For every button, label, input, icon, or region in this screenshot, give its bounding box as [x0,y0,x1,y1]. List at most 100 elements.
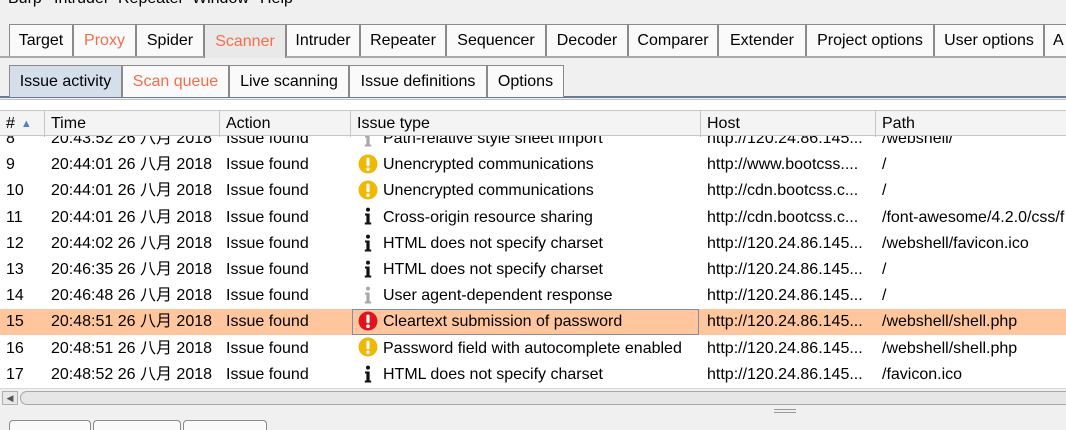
tab-scan-queue[interactable]: Scan queue [122,65,229,97]
table-row[interactable]: 12 20:44:02 26 八月 2018 Issue found HTML doe… [0,231,1066,257]
tab-sequencer[interactable]: Sequencer [446,24,546,56]
tab-proxy[interactable]: Proxy [73,24,136,56]
cell-action: Issue found [226,261,309,278]
tab-comparer[interactable]: Comparer [628,24,718,56]
warning-yellow-icon [358,154,378,174]
tab-options[interactable]: Options [487,65,564,97]
menu-burp[interactable]: Burp [8,0,42,8]
tab-issue-activity[interactable]: Issue activity [9,65,122,97]
column-header-path[interactable]: Path [876,111,1066,137]
issue-activity-table[interactable]: 8 20:43:52 26 八月 2018 Issue found Path-rela… [0,99,1066,388]
table-row[interactable]: 15 20:48:51 26 八月 2018 Issue found Cleartex… [0,309,1066,336]
table-row[interactable]: 16 20:48:51 26 八月 2018 Issue found Password… [0,336,1066,362]
cell-number: 17 [6,365,24,383]
menu-intruder[interactable]: Intruder [54,0,109,8]
cell-issue-type: HTML does not specify charset [358,362,698,388]
column-header-number[interactable]: # ▲ [0,111,45,137]
tab-target[interactable]: Target [9,24,73,56]
tab-spider[interactable]: Spider [136,24,204,56]
cell-issue-type: Password field with autocomplete enabled [358,336,698,362]
cell-number: 16 [6,339,24,357]
menu-repeater[interactable]: Repeater [118,0,184,8]
tab-user-options[interactable]: User options [934,24,1044,56]
cell-host: http://120.24.86.145... [707,339,863,357]
cell-time: 20:48:52 26 八月 2018 [51,365,213,383]
tab-intruder[interactable]: Intruder [286,24,360,56]
cell-action: Issue found [226,365,309,383]
tab-decoder[interactable]: Decoder [546,24,628,56]
scroll-left-button[interactable]: ◀ [2,391,18,405]
scanner-sub-tab-bar: Issue activity Scan queue Live scanning … [0,58,1066,98]
column-header-issue-type[interactable]: Issue type [351,111,701,137]
pane-splitter[interactable] [0,406,1066,416]
warning-yellow-icon [358,180,378,200]
cell-path: /webshell/shell.php [882,313,1018,331]
cell-issue-type: HTML does not specify charset [358,231,698,257]
table-row[interactable]: 9 20:44:01 26 八月 2018 Issue found Unencrypt… [0,152,1066,178]
cell-issue-type: HTML does not specify charset [358,257,698,283]
cell-path: /font-awesome/4.2.0/css/f [882,208,1065,226]
cell-number: 15 [6,313,24,331]
menu-window[interactable]: Window [192,0,249,8]
issue-type-label: HTML does not specify charset [383,261,603,278]
column-header-time[interactable]: Time [45,111,220,137]
bottom-tab-1[interactable] [9,420,91,430]
cell-host: http://cdn.bootcss.c... [707,182,859,200]
table-row[interactable]: 17 20:48:52 26 八月 2018 Issue found HTML doe… [0,362,1066,388]
cell-action: Issue found [226,182,309,200]
cell-time: 20:46:35 26 八月 2018 [51,261,213,278]
menu-help[interactable]: Help [260,0,293,8]
bottom-tab-2[interactable] [93,420,181,430]
sort-ascending-icon: ▲ [20,118,32,130]
issue-type-label: Unencrypted communications [383,182,594,200]
info-icon [358,364,378,384]
tab-extender[interactable]: Extender [718,24,806,56]
info-icon [358,259,378,279]
tab-live-scanning[interactable]: Live scanning [229,65,349,97]
tab-repeater[interactable]: Repeater [360,24,446,56]
horizontal-scrollbar[interactable]: ◀ [0,388,1066,406]
main-tab-bar: Target Proxy Spider Scanner Intruder Rep… [0,22,1066,58]
cell-action: Issue found [226,208,309,226]
tab-scanner[interactable]: Scanner [204,24,286,58]
tab-project-options[interactable]: Project options [806,24,934,56]
cell-number: 11 [6,208,23,226]
cell-path: / [882,182,887,200]
tab-alerts[interactable]: A [1044,24,1066,56]
cell-action: Issue found [226,156,309,174]
table-row[interactable]: 10 20:44:01 26 八月 2018 Issue found Unencryp… [0,178,1066,204]
cell-time: 20:46:48 26 八月 2018 [51,287,213,305]
cell-host: http://120.24.86.145... [707,261,863,278]
table-row[interactable]: 11 20:44:01 26 八月 2018 Issue found Cross-or… [0,205,1066,231]
cell-host: http://120.24.86.145... [707,365,863,383]
splitter-grip-icon [774,409,796,413]
cell-path: /webshell/favicon.ico [882,234,1029,252]
table-row[interactable]: 14 20:46:48 26 八月 2018 Issue found User age… [0,283,1066,309]
cell-path: / [882,156,887,174]
issue-type-label: Password field with autocomplete enabled [383,339,682,357]
cell-host: http://www.bootcss.... [707,156,859,174]
cell-issue-type: Unencrypted communications [358,152,698,178]
cell-number: 9 [6,156,15,174]
bottom-tab-3[interactable] [183,420,267,430]
table-row[interactable]: 13 20:46:35 26 八月 2018 Issue found HTML doe… [0,257,1066,283]
column-header-host[interactable]: Host [701,111,876,137]
table-header: # ▲ Time Action Issue type Host Path [0,110,1066,137]
cell-action: Issue found [226,287,309,305]
cell-action: Issue found [226,234,309,252]
cell-path: / [882,287,887,305]
issue-type-label: HTML does not specify charset [383,365,603,383]
cell-action: Issue found [226,339,309,357]
scrollbar-thumb[interactable] [20,391,1066,405]
cell-issue-type: Unencrypted communications [358,178,698,204]
column-header-action[interactable]: Action [220,111,351,137]
tab-issue-definitions[interactable]: Issue definitions [349,65,487,97]
issue-type-label: User agent-dependent response [383,287,613,305]
cell-issue-type: Cross-origin resource sharing [358,205,698,231]
cell-host: http://120.24.86.145... [707,313,863,331]
cell-host: http://120.24.86.145... [707,234,863,252]
cell-action: Issue found [226,313,309,331]
issue-type-label: HTML does not specify charset [383,234,603,252]
cell-time: 20:44:01 26 八月 2018 [51,156,213,174]
cell-host: http://cdn.bootcss.c... [707,208,859,226]
